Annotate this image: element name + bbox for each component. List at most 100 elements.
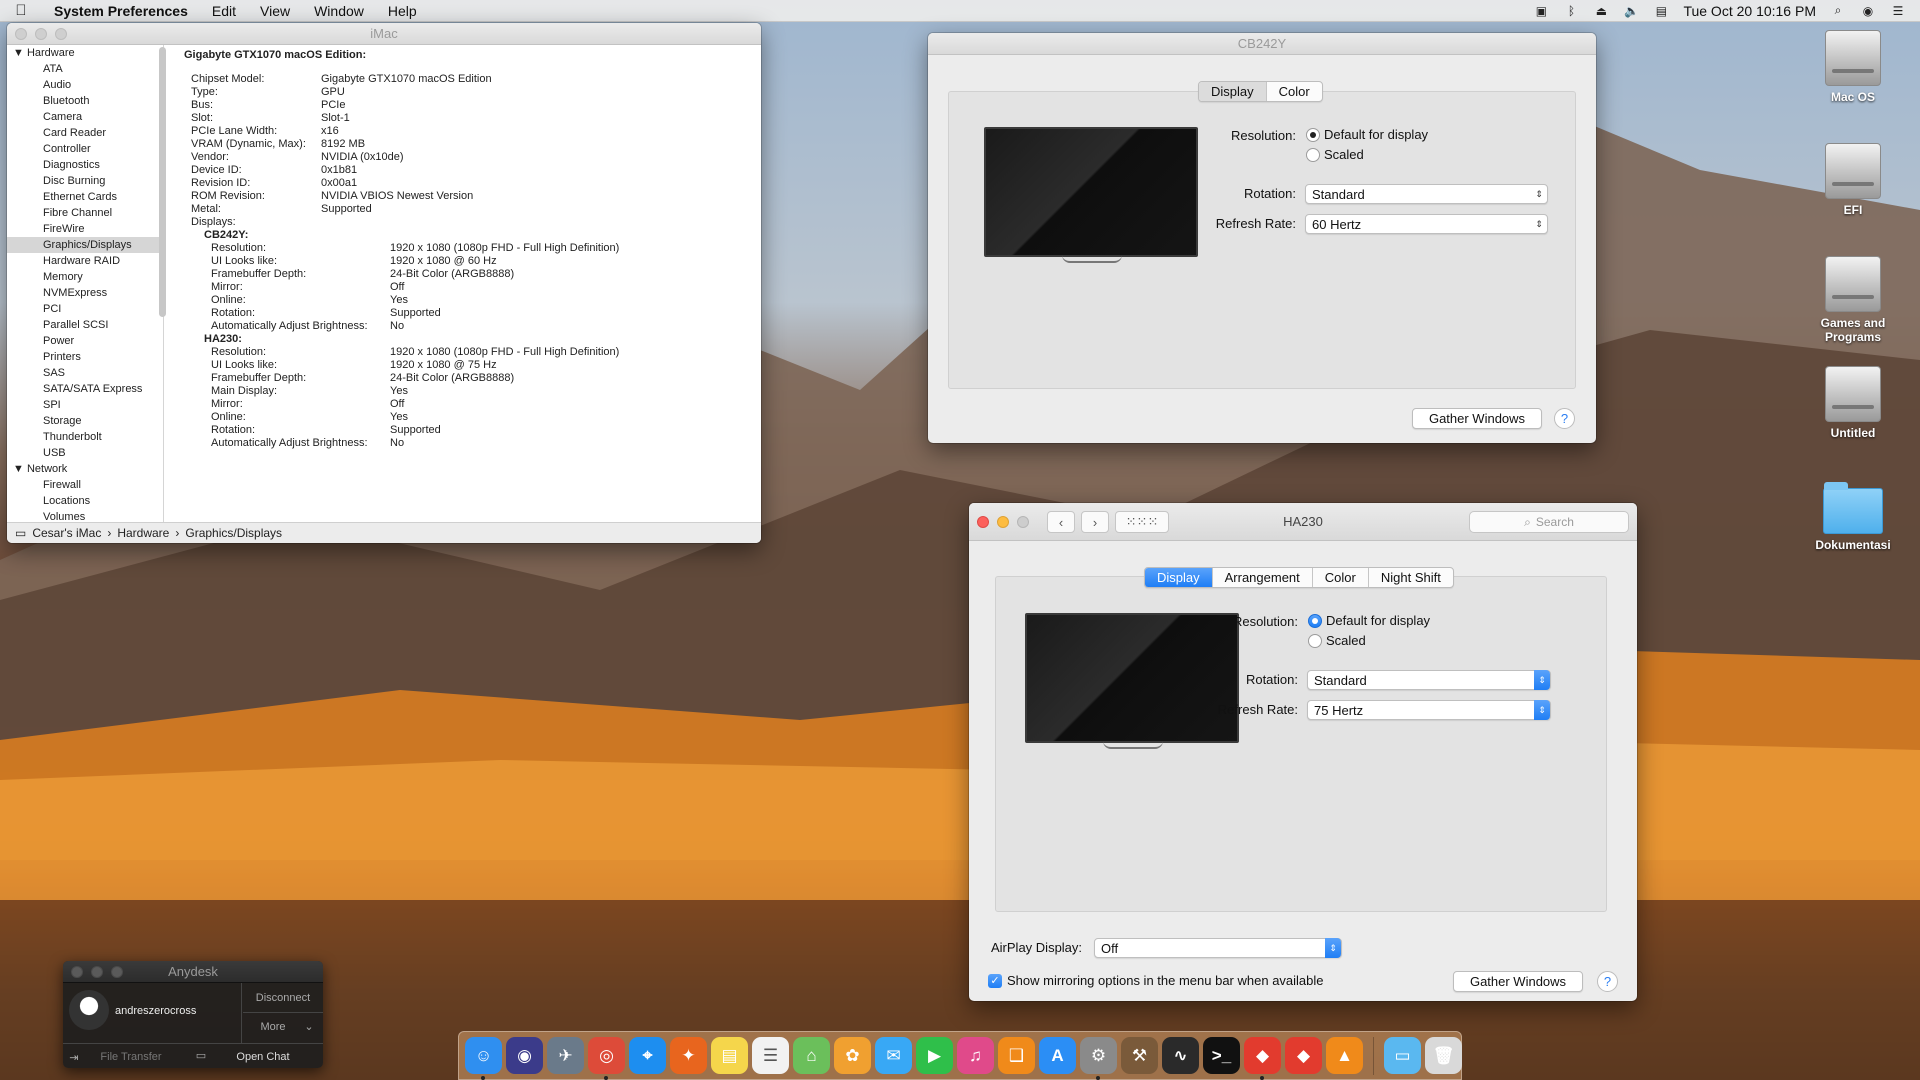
sidebar-category-network[interactable]: ▼ Network (7, 461, 163, 477)
gather-windows-button[interactable]: Gather Windows (1453, 971, 1583, 992)
tab-arrangement[interactable]: Arrangement (1213, 568, 1313, 587)
rotation-select[interactable]: Standard ⇕ (1307, 670, 1551, 690)
sidebar-item-storage[interactable]: Storage (7, 413, 163, 429)
zoom-button[interactable] (55, 28, 67, 40)
downloads-folder-icon[interactable]: ▭ (1384, 1037, 1421, 1074)
anydesk2-icon[interactable]: ◆ (1285, 1037, 1322, 1074)
sidebar-item-firewire[interactable]: FireWire (7, 221, 163, 237)
terminal-icon[interactable]: >_ (1203, 1037, 1240, 1074)
airplay-icon[interactable]: ⏏ (1593, 4, 1609, 18)
sidebar-category-hardware[interactable]: ▼ Hardware (7, 45, 163, 61)
show-all-button[interactable]: ⁙⁙⁙ (1115, 511, 1169, 533)
sidebar-item-thunderbolt[interactable]: Thunderbolt (7, 429, 163, 445)
zoom-button[interactable] (1017, 516, 1029, 528)
ibooks-icon[interactable]: ❑ (998, 1037, 1035, 1074)
tab-display[interactable]: Display (1145, 568, 1213, 587)
disconnect-button[interactable]: Disconnect (243, 992, 323, 1004)
menu-edit[interactable]: Edit (200, 3, 248, 19)
system-preferences-icon[interactable]: ⚙ (1080, 1037, 1117, 1080)
sidebar-item-printers[interactable]: Printers (7, 349, 163, 365)
tab-night-shift[interactable]: Night Shift (1369, 568, 1453, 587)
desktop-icon-efi[interactable]: EFI (1803, 143, 1903, 217)
sidebar-item-parallel-scsi[interactable]: Parallel SCSI (7, 317, 163, 333)
sidebar-scrollbar[interactable] (159, 47, 166, 317)
anydesk-titlebar[interactable]: Anydesk (63, 961, 323, 983)
more-button[interactable]: More (243, 1021, 303, 1033)
volume-icon[interactable]: 🔈 (1623, 4, 1639, 18)
menu-clock[interactable]: Tue Oct 20 10:16 PM (1683, 3, 1816, 19)
sidebar-item-camera[interactable]: Camera (7, 109, 163, 125)
path-item[interactable]: Cesar's iMac (32, 526, 101, 540)
sidebar-item-graphics-displays[interactable]: Graphics/Displays (7, 237, 163, 253)
help-button[interactable]: ? (1597, 971, 1618, 992)
sidebar-item-memory[interactable]: Memory (7, 269, 163, 285)
search-field[interactable]: ⌕ Search (1469, 511, 1629, 533)
tab-color[interactable]: Color (1313, 568, 1369, 587)
menu-view[interactable]: View (248, 3, 302, 19)
maps-icon[interactable]: ⌂ (793, 1037, 830, 1074)
minimize-button[interactable] (35, 28, 47, 40)
sidebar-item-locations[interactable]: Locations (7, 493, 163, 509)
desktop-icon-dokumentasi[interactable]: Dokumentasi (1803, 480, 1903, 552)
tab-display[interactable]: Display (1199, 82, 1267, 101)
sysinfo-titlebar[interactable]: iMac (7, 23, 761, 45)
sidebar-item-ata[interactable]: ATA (7, 61, 163, 77)
refresh-rate-select[interactable]: 60 Hertz ⇕ (1305, 214, 1548, 234)
sidebar-item-fibre-channel[interactable]: Fibre Channel (7, 205, 163, 221)
resolution-scaled-radio[interactable]: Scaled (1308, 633, 1366, 648)
sidebar-item-sas[interactable]: SAS (7, 365, 163, 381)
app-store-icon[interactable]: A (1039, 1037, 1076, 1074)
sidebar-item-hardware-raid[interactable]: Hardware RAID (7, 253, 163, 269)
facetime-icon[interactable]: ▶ (916, 1037, 953, 1074)
safari-icon[interactable]: ⌖ (629, 1037, 666, 1074)
minimize-button[interactable] (91, 966, 103, 978)
path-item[interactable]: Hardware (117, 526, 169, 540)
bluetooth-icon[interactable]: ᛒ (1563, 4, 1579, 18)
sidebar-item-audio[interactable]: Audio (7, 77, 163, 93)
launchpad-icon[interactable]: ✈ (547, 1037, 584, 1074)
forward-button[interactable]: › (1081, 511, 1109, 533)
sidebar-item-disc-burning[interactable]: Disc Burning (7, 173, 163, 189)
siri-icon[interactable]: ◉ (506, 1037, 543, 1074)
mirroring-options-checkbox[interactable]: ✓ Show mirroring options in the menu bar … (988, 973, 1324, 988)
path-item[interactable]: Graphics/Displays (185, 526, 282, 540)
resolution-default-radio[interactable]: Default for display (1308, 613, 1430, 628)
sidebar-item-usb[interactable]: USB (7, 445, 163, 461)
close-button[interactable] (71, 966, 83, 978)
gather-windows-button[interactable]: Gather Windows (1412, 408, 1542, 429)
utility-icon[interactable]: ⚒ (1121, 1037, 1158, 1074)
desktop-icon-mac-os[interactable]: Mac OS (1803, 30, 1903, 104)
sidebar-item-pci[interactable]: PCI (7, 301, 163, 317)
ha230-titlebar[interactable]: ‹ › ⁙⁙⁙ HA230 ⌕ Search (969, 503, 1637, 541)
close-button[interactable] (977, 516, 989, 528)
sidebar-item-nvmexpress[interactable]: NVMExpress (7, 285, 163, 301)
sidebar-item-card-reader[interactable]: Card Reader (7, 125, 163, 141)
activity-monitor-icon[interactable]: ∿ (1162, 1037, 1199, 1074)
sidebar-item-volumes[interactable]: Volumes (7, 509, 163, 522)
resolution-scaled-radio[interactable]: Scaled (1306, 147, 1364, 162)
help-button[interactable]: ? (1554, 408, 1575, 429)
us-flag-icon[interactable]: ▤ (1653, 4, 1669, 18)
anydesk-icon[interactable]: ◆ (1244, 1037, 1281, 1080)
back-button[interactable]: ‹ (1047, 511, 1075, 533)
sidebar-item-spi[interactable]: SPI (7, 397, 163, 413)
resolution-default-radio[interactable]: Default for display (1306, 127, 1428, 142)
menu-window[interactable]: Window (302, 3, 376, 19)
messages-icon[interactable]: ✉ (875, 1037, 912, 1074)
sidebar-item-diagnostics[interactable]: Diagnostics (7, 157, 163, 173)
desktop-icon-games-and-programs[interactable]: Games and Programs (1803, 256, 1903, 344)
refresh-rate-select[interactable]: 75 Hertz ⇕ (1307, 700, 1551, 720)
siri-icon[interactable]: ◉ (1860, 4, 1876, 18)
sidebar-item-power[interactable]: Power (7, 333, 163, 349)
open-chat-button[interactable]: Open Chat (213, 1051, 313, 1063)
finder-icon[interactable]: ☺ (465, 1037, 502, 1080)
airplay-display-select[interactable]: Off ⇕ (1094, 938, 1342, 958)
photos-icon[interactable]: ✿ (834, 1037, 871, 1074)
sidebar-item-sata-sata-express[interactable]: SATA/SATA Express (7, 381, 163, 397)
close-button[interactable] (15, 28, 27, 40)
menu-help[interactable]: Help (376, 3, 429, 19)
search-icon[interactable]: ⌕ (1830, 3, 1846, 18)
firefox-icon[interactable]: ✦ (670, 1037, 707, 1074)
menu-app-name[interactable]: System Preferences (42, 3, 200, 19)
cb242y-titlebar[interactable]: CB242Y (928, 33, 1596, 55)
